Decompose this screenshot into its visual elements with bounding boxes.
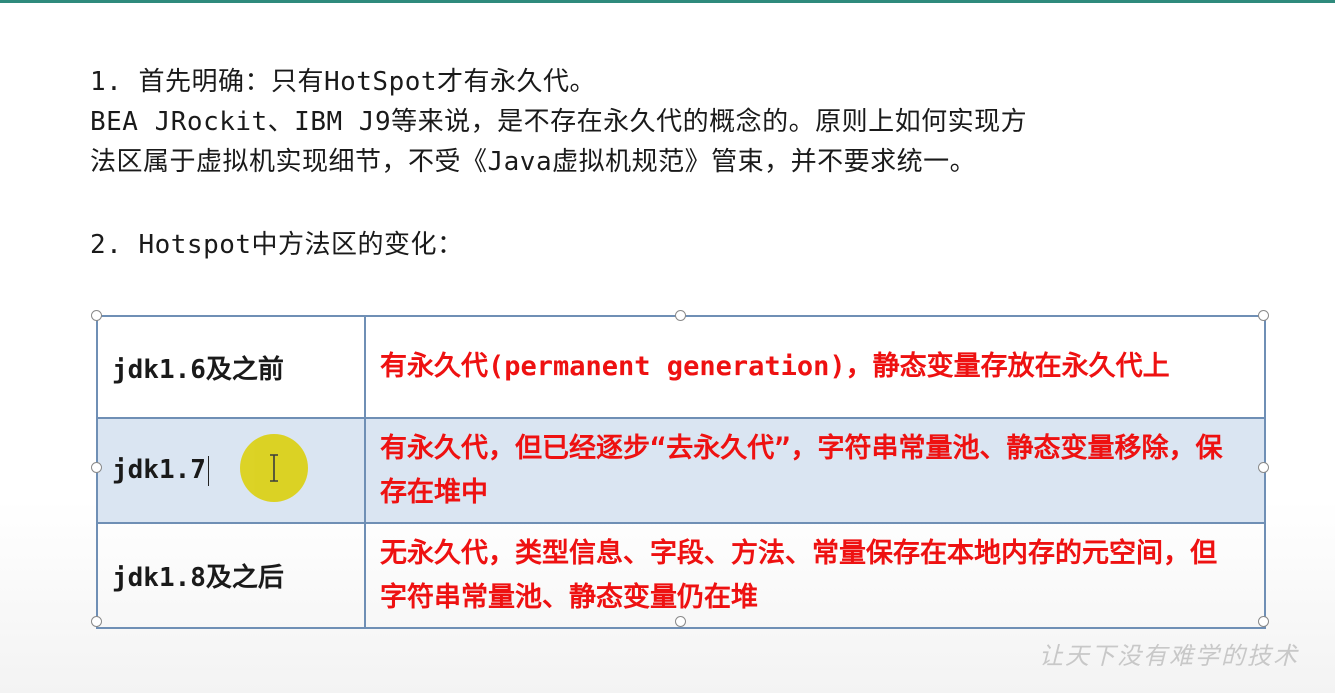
resize-handle-bottom-right[interactable] — [1258, 616, 1269, 627]
paragraph-method-area-changes[interactable]: 2. Hotspot中方法区的变化： — [90, 226, 464, 264]
description-cell[interactable]: 有永久代(permanent generation)，静态变量存放在永久代上 — [364, 315, 1266, 419]
description-text: 无永久代，类型信息、字段、方法、常量保存在本地内存的元空间，但字符串常量池、静态… — [380, 537, 1217, 613]
table-row[interactable]: jdk1.8及之后 无永久代，类型信息、字段、方法、常量保存在本地内存的元空间，… — [96, 522, 1266, 629]
text-cursor-icon — [270, 454, 278, 482]
resize-handle-left[interactable] — [91, 462, 102, 473]
description-cell[interactable]: 无永久代，类型信息、字段、方法、常量保存在本地内存的元空间，但字符串常量池、静态… — [364, 522, 1266, 629]
version-label: jdk1.6及之前 — [112, 354, 284, 385]
description-cell[interactable]: 有永久代，但已经逐步“去永久代”，字符串常量池、静态变量移除，保存在堆中 — [364, 417, 1266, 524]
resize-handle-top-left[interactable] — [91, 310, 102, 321]
resize-handle-bottom[interactable] — [675, 616, 686, 627]
mouse-cursor-highlight — [240, 434, 308, 502]
text-caret — [207, 455, 209, 486]
resize-handle-top[interactable] — [675, 310, 686, 321]
version-cell[interactable]: jdk1.7 — [96, 417, 366, 524]
version-label: jdk1.8及之后 — [112, 563, 284, 593]
description-text: 有永久代，但已经逐步“去永久代”，字符串常量池、静态变量移除，保存在堆中 — [380, 432, 1223, 508]
description-text: 有永久代(permanent generation)，静态变量存放在永久代上 — [380, 351, 1170, 382]
paragraph-other-jvms-line-1[interactable]: BEA JRockit、IBM J9等来说，是不存在永久代的概念的。原则上如何实… — [90, 103, 1027, 141]
version-cell[interactable]: jdk1.8及之后 — [96, 522, 366, 629]
version-label: jdk1.7 — [112, 455, 206, 486]
table-row[interactable]: jdk1.6及之前 有永久代(permanent generation)，静态变… — [96, 315, 1266, 419]
watermark-text: 让天下没有难学的技术 — [1039, 642, 1299, 670]
resize-handle-right[interactable] — [1258, 462, 1269, 473]
paragraph-hotspot-only[interactable]: 1. 首先明确：只有HotSpot才有永久代。 — [90, 63, 596, 101]
version-cell[interactable]: jdk1.6及之前 — [96, 315, 366, 419]
version-label-with-caret: jdk1.7 — [98, 455, 364, 486]
resize-handle-bottom-left[interactable] — [91, 616, 102, 627]
paragraph-other-jvms-line-2[interactable]: 法区属于虚拟机实现细节，不受《Java虚拟机规范》管束，并不要求统一。 — [90, 143, 976, 181]
resize-handle-top-right[interactable] — [1258, 310, 1269, 321]
